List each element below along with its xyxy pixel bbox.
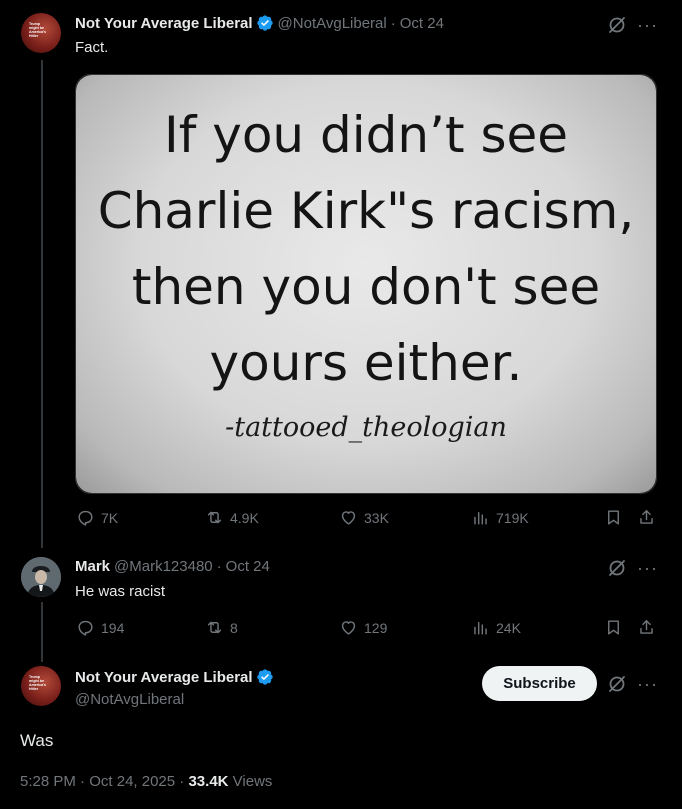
repost-icon [207,621,222,634]
bookmark-button[interactable] [604,508,623,527]
tweet-header: Mark @Mark123480 · Oct 24 [75,558,270,575]
quote-line: Charlie Kirk"s racism, [97,182,635,240]
tweet-header: Not Your Average Liberal @NotAvgLiberal … [75,14,444,32]
views-label: Views [232,773,273,790]
like-count: 33K [364,509,389,526]
avatar[interactable] [21,557,61,597]
timestamp[interactable]: Oct 24 [226,558,270,575]
like-count: 129 [364,619,388,636]
reply-button[interactable]: 194 [76,618,124,637]
separator: · [80,773,86,790]
avatar[interactable]: Trump might be America's Hitler [21,666,61,706]
grok-icon[interactable] [607,558,627,578]
image-background: If you didn’t see Charlie Kirk"s racism,… [76,75,656,493]
more-options-icon[interactable]: ··· [637,559,658,577]
views-count: 24K [496,619,521,636]
share-icon [640,510,653,524]
image-signature: -tattooed_theologian [225,412,507,443]
avatar-caption: Trump might be America's Hitler [29,675,47,691]
views-count: 719K [496,509,529,526]
thread-connector [41,602,43,662]
views-total: 33.4K [188,773,229,790]
quote-line: then you don't see [131,258,601,316]
display-name[interactable]: Not Your Average Liberal [75,669,253,686]
quote-line: If you didn’t see [163,106,569,164]
heart-icon [341,511,356,525]
post-time[interactable]: 5:28 PM [20,773,76,790]
verified-badge-icon [256,15,273,31]
heart-icon [341,621,356,635]
thread-connector [41,60,43,548]
bookmark-button[interactable] [604,618,623,637]
share-button[interactable] [637,618,656,637]
separator: · [216,558,222,575]
more-options-icon[interactable]: ··· [637,675,658,693]
handle-row: @NotAvgLiberal [75,691,184,708]
share-icon [640,620,653,634]
bookmark-icon [608,510,619,525]
repost-icon [207,511,222,524]
grok-icon[interactable] [607,15,627,35]
views-icon [474,512,487,525]
bookmark-icon [608,620,619,635]
tweet-image[interactable]: If you didn’t see Charlie Kirk"s racism,… [75,74,657,494]
share-button[interactable] [637,508,656,527]
reply-count: 194 [101,619,125,636]
post-date[interactable]: Oct 24, 2025 [89,773,175,790]
separator: · [179,773,185,790]
tweet-text: He was racist [75,583,166,600]
display-name[interactable]: Not Your Average Liberal [75,15,253,32]
repost-button[interactable]: 8 [205,618,238,637]
separator: · [390,14,396,32]
tweet-meta: 5:28 PM · Oct 24, 2025 · 33.4K Views [20,773,272,790]
subscribe-button[interactable]: Subscribe [482,666,597,701]
handle[interactable]: @NotAvgLiberal [75,691,184,708]
tweet-text: Was [20,731,54,750]
reply-icon [78,510,93,526]
image-quote: If you didn’t see Charlie Kirk"s racism,… [76,97,656,401]
repost-count: 4.9K [230,509,259,526]
more-options-icon[interactable]: ··· [637,16,658,34]
like-button[interactable]: 129 [339,618,387,637]
reply-icon [78,620,93,636]
views-button[interactable]: 24K [471,618,521,637]
reply-button[interactable]: 7K [76,508,118,527]
views-icon [474,622,487,635]
quote-line: yours either. [209,334,523,392]
handle[interactable]: @Mark123480 [114,558,213,575]
handle[interactable]: @NotAvgLiberal [278,15,387,32]
repost-count: 8 [230,619,238,636]
like-button[interactable]: 33K [339,508,389,527]
repost-button[interactable]: 4.9K [205,508,259,527]
timestamp[interactable]: Oct 24 [400,15,444,32]
reply-count: 7K [101,509,119,526]
tweet-text: Fact. [75,39,109,56]
avatar-caption: Trump might be America's Hitler [29,22,47,38]
person-silhouette-icon [21,557,61,597]
grok-icon[interactable] [607,674,627,694]
avatar[interactable]: Trump might be America's Hitler [21,13,61,53]
tweet-header: Not Your Average Liberal [75,668,274,686]
verified-badge-icon [256,669,273,685]
display-name[interactable]: Mark [75,558,110,575]
views-button[interactable]: 719K [471,508,529,527]
